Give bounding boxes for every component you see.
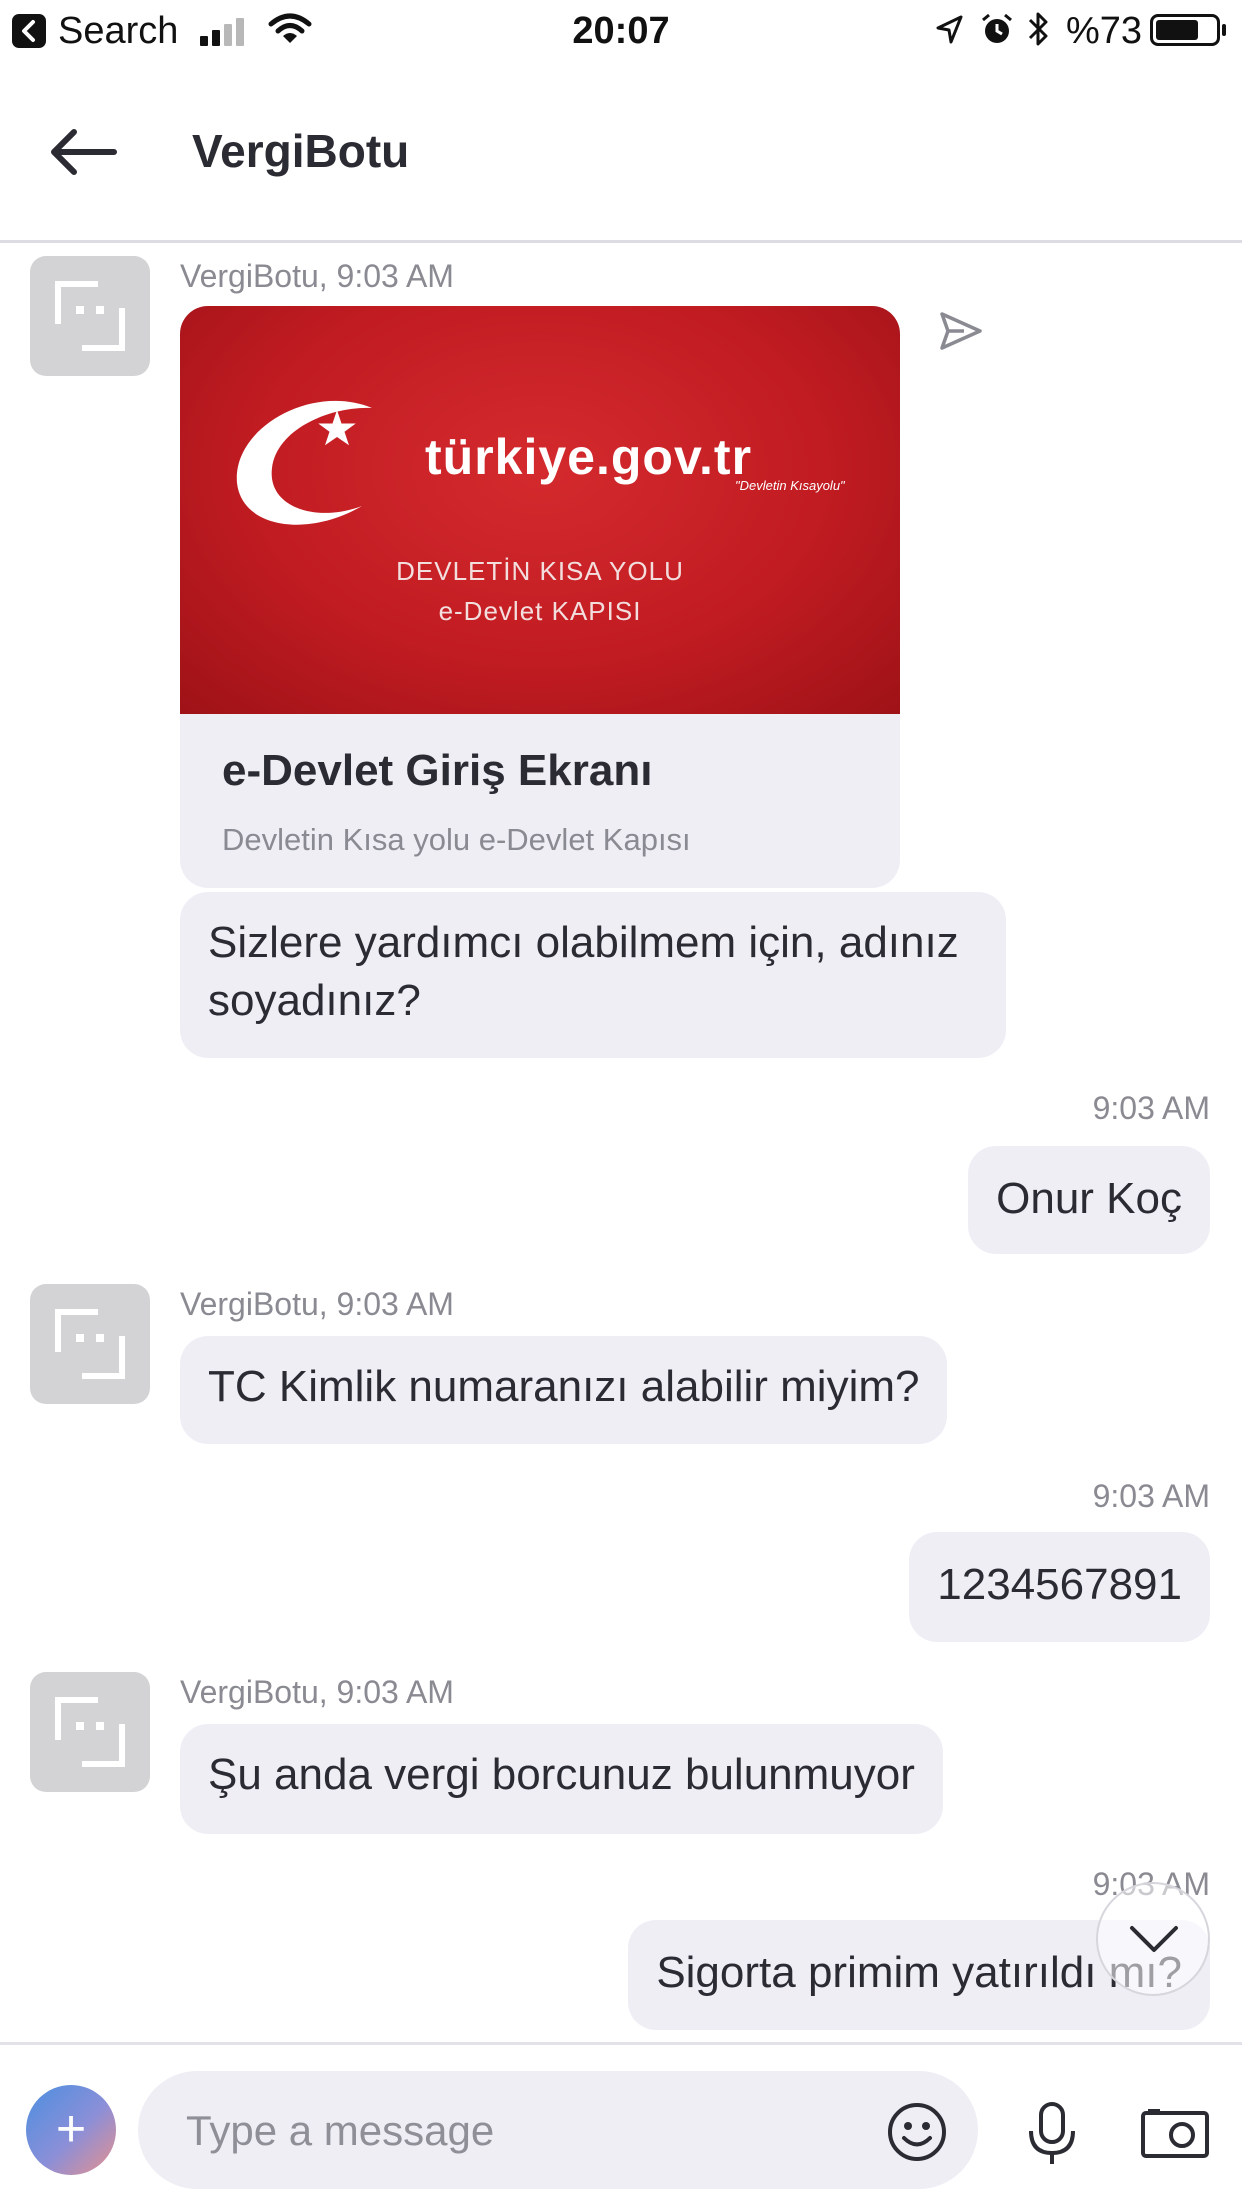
message-text: Şu anda vergi borcunuz bulunmuyor — [208, 1750, 915, 1799]
camera-icon[interactable] — [1140, 2107, 1210, 2159]
location-arrow-icon — [936, 15, 963, 44]
scroll-to-bottom-button[interactable] — [1096, 1882, 1210, 1996]
incoming-message-bubble: Şu anda vergi borcunuz bulunmuyor — [180, 1724, 943, 1834]
card-tagline-2: e-Devlet KAPISI — [438, 596, 642, 626]
message-input[interactable] — [184, 2101, 868, 2161]
bot-avatar — [30, 1672, 150, 1792]
emoji-icon[interactable] — [886, 2101, 948, 2163]
alarm-icon — [982, 13, 1012, 43]
battery-icon — [1150, 14, 1220, 46]
message-text: Onur Koç — [996, 1174, 1182, 1223]
card-slogan: "Devletin Kısayolu" — [735, 478, 845, 493]
incoming-message-bubble: TC Kimlik numaranızı alabilir miyim? — [180, 1336, 948, 1444]
message-text: TC Kimlik numaranızı alabilir miyim? — [208, 1362, 920, 1411]
bot-face-icon — [55, 1697, 125, 1767]
add-attachment-button[interactable]: + — [26, 2085, 116, 2175]
card-brand: türkiye.gov.tr — [425, 429, 753, 485]
message-time: 9:03 AM — [1092, 1478, 1210, 1514]
bluetooth-icon — [1028, 12, 1048, 46]
incoming-message-bubble: Sizlere yardımcı olabilmem için, adınız … — [180, 892, 1006, 1058]
message-meta: VergiBotu, 9:03 AM — [180, 1674, 454, 1710]
message-text: 1234567891 — [937, 1560, 1182, 1609]
message-text: Sizlere yardımcı olabilmem için, adınız … — [208, 918, 959, 1025]
bot-face-icon — [55, 1309, 125, 1379]
message-field[interactable] — [138, 2071, 978, 2189]
message-meta: VergiBotu, 9:03 AM — [180, 258, 454, 294]
chat-header: VergiBotu — [0, 62, 1242, 243]
plus-icon: + — [55, 2100, 87, 2158]
card-image: türkiye.gov.tr "Devletin Kısayolu" DEVLE… — [180, 306, 900, 714]
outgoing-message-bubble: Onur Koç — [968, 1146, 1210, 1254]
battery-percent: %73 — [1066, 10, 1143, 52]
message-composer: + — [0, 2042, 1242, 2211]
bot-avatar — [30, 256, 150, 376]
status-time: 20:07 — [572, 10, 670, 52]
page-title: VergiBotu — [192, 125, 410, 177]
back-button[interactable] — [44, 122, 124, 182]
battery-cap — [1222, 24, 1226, 36]
message-meta: VergiBotu, 9:03 AM — [180, 1286, 454, 1322]
card-description: Devletin Kısa yolu e-Devlet Kapısı — [222, 822, 691, 857]
chevron-down-icon — [1130, 1926, 1178, 1952]
card-tagline-1: DEVLETİN KISA YOLU — [396, 556, 684, 586]
message-time: 9:03 AM — [1092, 1090, 1210, 1126]
bot-face-icon — [55, 281, 125, 351]
card-title: e-Devlet Giriş Ekranı — [222, 746, 653, 795]
crescent-star-logo — [236, 400, 372, 525]
outgoing-message-bubble: 1234567891 — [909, 1532, 1210, 1642]
share-icon[interactable] — [938, 308, 984, 354]
link-card[interactable]: türkiye.gov.tr "Devletin Kısayolu" DEVLE… — [180, 306, 900, 888]
arrow-left-icon — [51, 129, 117, 175]
bot-avatar — [30, 1284, 150, 1404]
microphone-icon[interactable] — [1024, 2101, 1080, 2167]
status-bar: Search 20:07 %73 — [0, 0, 1242, 62]
